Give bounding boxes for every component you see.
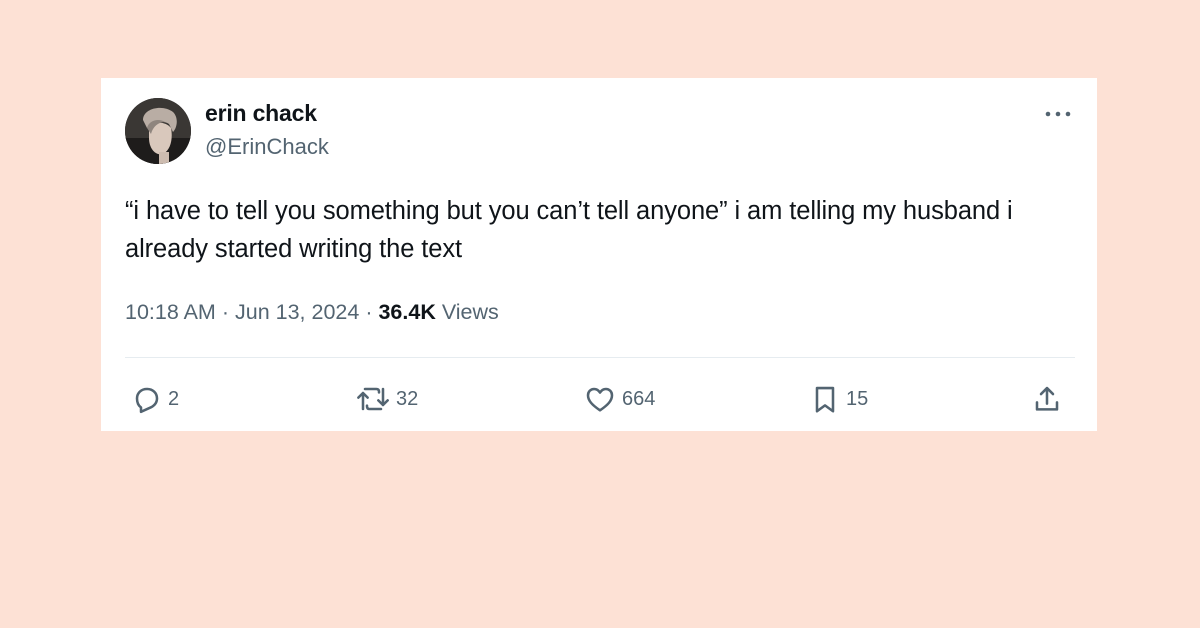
tweet-meta: 10:18 AM · Jun 13, 2024 · 36.4K Views <box>125 300 499 325</box>
avatar[interactable] <box>125 98 191 164</box>
reply-icon <box>131 383 163 415</box>
tweet-date[interactable]: Jun 13, 2024 <box>235 300 359 324</box>
heart-icon <box>583 383 617 415</box>
tweet-text: “i have to tell you something but you ca… <box>125 197 1020 263</box>
share-icon <box>1031 383 1063 415</box>
divider <box>125 357 1075 358</box>
reply-count: 2 <box>168 387 180 410</box>
meta-separator: · <box>365 300 373 324</box>
display-name[interactable]: erin chack <box>205 100 317 127</box>
repost-count: 32 <box>396 387 419 410</box>
tweet-time[interactable]: 10:18 AM <box>125 300 216 324</box>
like-count: 664 <box>622 387 656 410</box>
repost-button[interactable]: 32 <box>355 382 418 416</box>
bookmark-button[interactable]: 15 <box>809 382 868 416</box>
like-button[interactable]: 664 <box>583 382 655 416</box>
share-button[interactable] <box>1031 382 1063 416</box>
repost-icon <box>355 383 391 415</box>
reply-button[interactable]: 2 <box>131 382 179 416</box>
user-handle[interactable]: @ErinChack <box>205 134 329 160</box>
views-count[interactable]: 36.4K <box>378 300 435 324</box>
views-label[interactable]: Views <box>442 300 499 324</box>
tweet-card: erin chack @ErinChack “i have to tell yo… <box>101 78 1097 431</box>
bookmark-count: 15 <box>846 387 869 410</box>
meta-separator: · <box>221 300 229 324</box>
bookmark-icon <box>809 383 841 415</box>
more-options-icon <box>1045 104 1071 122</box>
more-options-button[interactable] <box>1041 100 1075 126</box>
